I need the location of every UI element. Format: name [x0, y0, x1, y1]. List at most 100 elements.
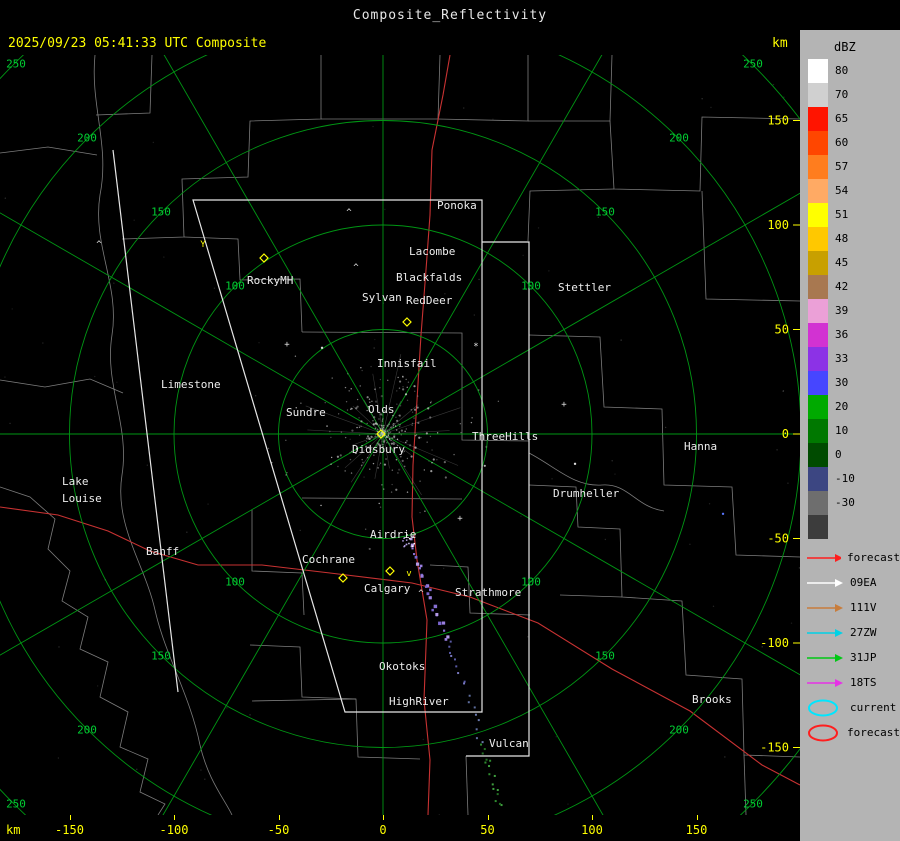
x-axis-label: 150 [685, 823, 708, 837]
clutter-dot [396, 429, 398, 431]
radar-app-window: Composite_Reflectivity 2025/09/23 05:41:… [0, 0, 900, 841]
noise-dot [478, 278, 480, 281]
clutter-dot [326, 425, 328, 427]
clutter-dot [418, 436, 421, 439]
storm-track-dot [414, 555, 418, 559]
clutter-dot [419, 480, 421, 482]
storm-track-dot [473, 706, 476, 709]
clutter-dot [366, 437, 368, 439]
clutter-dot [427, 407, 430, 410]
storm-track-dot [435, 612, 439, 616]
scale-row: 36 [800, 323, 900, 347]
storm-track-dot [474, 713, 477, 716]
county-boundary-line [609, 116, 801, 192]
clutter-dot [411, 424, 413, 427]
county-boundary-line [301, 497, 463, 500]
clutter-dot [430, 469, 433, 473]
clutter-dot [405, 378, 407, 381]
scale-swatch [808, 395, 828, 419]
scale-swatch [808, 227, 828, 251]
scale-row: -30 [800, 491, 900, 515]
x-axis-label: -100 [159, 823, 189, 837]
point-marker: • [721, 510, 726, 519]
clutter-dot [429, 416, 432, 419]
x-axis-tick [696, 815, 698, 820]
clutter-dot [379, 433, 381, 436]
legend-label: forecast [847, 726, 900, 739]
clutter-dot [344, 436, 347, 439]
clutter-dot [388, 423, 390, 425]
clutter-dot [399, 405, 402, 407]
clutter-dot [415, 434, 418, 436]
clutter-dot [391, 483, 393, 486]
clutter-dot [378, 424, 381, 427]
city-label: Brooks [692, 693, 732, 706]
clutter-dot [286, 471, 288, 474]
scale-swatch [808, 83, 828, 107]
county-boundary-line [528, 484, 801, 758]
clutter-dot [376, 428, 379, 431]
coverage-outline [112, 149, 530, 757]
point-marker: + [457, 514, 463, 524]
clutter-dot [413, 417, 415, 419]
clutter-dot [396, 390, 398, 392]
scale-swatch [808, 59, 828, 83]
noise-dot [152, 141, 155, 144]
radar-map[interactable]: 250 250 200 200 150 150 100 100 100 100 150 150 200 2… [0, 0, 900, 841]
scale-value: 42 [835, 280, 849, 293]
clutter-dot [406, 440, 408, 442]
scale-swatch [808, 491, 828, 515]
highway-line [0, 506, 801, 786]
clutter-dot [402, 375, 404, 378]
legend-ellipse-icon [808, 699, 838, 716]
scale-title: dBZ [834, 40, 856, 54]
noise-dot [299, 529, 301, 532]
noise-dot [724, 756, 726, 758]
storm-track-dot [463, 682, 466, 685]
clutter-dot [414, 446, 417, 449]
legend-arrow-icon [807, 628, 843, 637]
clutter-dot [370, 435, 373, 438]
clutter-dot [351, 429, 354, 432]
noise-dot [422, 738, 424, 741]
city-label: RedDeer [406, 294, 453, 307]
clutter-dot [393, 435, 396, 438]
x-axis-tick [278, 815, 280, 820]
ring-distance-label: 200 [77, 724, 97, 737]
noise-dot [611, 460, 613, 462]
scale-value: 60 [835, 136, 849, 149]
storm-track-dot [467, 701, 470, 704]
clutter-dot [483, 464, 486, 467]
clutter-dot [397, 472, 399, 474]
clutter-dot [362, 461, 364, 464]
clutter-dot [358, 426, 361, 428]
clutter-dot [430, 402, 432, 404]
clutter-dot [364, 528, 367, 530]
y-axis-label: 0 [782, 427, 789, 441]
clutter-dot [406, 457, 409, 460]
storm-track-dot [488, 765, 491, 768]
noise-dot [567, 803, 569, 805]
scale-value: 20 [835, 400, 849, 413]
county-boundary-line [251, 510, 305, 616]
scale-swatch [808, 299, 828, 323]
clutter-dot [294, 355, 297, 357]
range-spoke [382, 433, 619, 841]
storm-track-dot [485, 758, 488, 761]
x-axis-tick [69, 815, 71, 820]
clutter-dot [399, 380, 402, 383]
clutter-dot [345, 401, 348, 403]
legend-row: 31JP [800, 645, 900, 670]
noise-dot [258, 342, 260, 344]
clutter-dot [285, 439, 287, 442]
clutter-dot [378, 502, 380, 505]
clutter-dot [374, 427, 377, 430]
storm-track-dot [480, 743, 483, 746]
clutter-dot [405, 441, 407, 444]
noise-dot [614, 473, 616, 475]
clutter-dot [431, 449, 433, 451]
point-marker: Y [200, 240, 206, 250]
clutter-dot [385, 458, 387, 460]
clutter-dot [330, 456, 333, 459]
clutter-dot [385, 436, 388, 438]
